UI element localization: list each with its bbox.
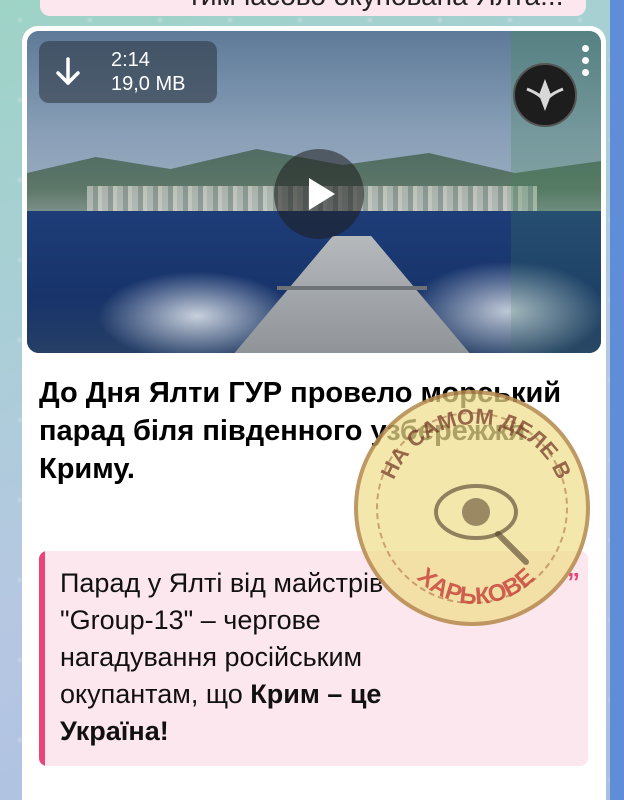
play-button[interactable] bbox=[274, 149, 364, 239]
quote-bold-text: Україна! bbox=[60, 716, 169, 746]
quote-bold-text: Крим – це bbox=[250, 679, 382, 709]
play-icon bbox=[309, 178, 335, 210]
video-boat-deck-line bbox=[277, 286, 427, 290]
watermark-top-text: НА САМОМ ДЕЛЕ В bbox=[376, 404, 577, 483]
svg-text:ХАРЬКОВЕ: ХАРЬКОВЕ bbox=[412, 563, 540, 611]
scrollbar-edge bbox=[610, 0, 624, 800]
video-preview[interactable]: 2:14 19,0 MB bbox=[27, 31, 601, 353]
download-badge[interactable]: 2:14 19,0 MB bbox=[39, 41, 217, 103]
previous-message-text: тимчасово окупована Ялта!.. bbox=[188, 0, 563, 12]
watermark-bottom-text: ХАРЬКОВЕ bbox=[412, 563, 540, 611]
vertical-dots-icon[interactable] bbox=[579, 45, 591, 83]
watermark-graphic: НА САМОМ ДЕЛЕ В ХАРЬКОВЕ bbox=[376, 404, 577, 611]
download-arrow-icon[interactable] bbox=[53, 55, 83, 89]
watermark-stamp: НА САМОМ ДЕЛЕ В ХАРЬКОВЕ bbox=[354, 390, 590, 626]
quote-line: окупантам, що Крим – це bbox=[60, 676, 560, 713]
previous-message[interactable]: тимчасово окупована Ялта!.. bbox=[40, 0, 586, 16]
video-file-size: 19,0 MB bbox=[111, 73, 186, 95]
video-duration: 2:14 bbox=[111, 49, 150, 71]
channel-logo-icon bbox=[513, 63, 577, 127]
quote-line: нагадування російським bbox=[60, 642, 363, 672]
quote-line: Україна! bbox=[60, 713, 560, 750]
quote-accent-bar bbox=[39, 551, 45, 766]
quote-line-text: окупантам, що bbox=[60, 679, 251, 709]
svg-text:НА САМОМ ДЕЛЕ В: НА САМОМ ДЕЛЕ В bbox=[376, 404, 577, 483]
